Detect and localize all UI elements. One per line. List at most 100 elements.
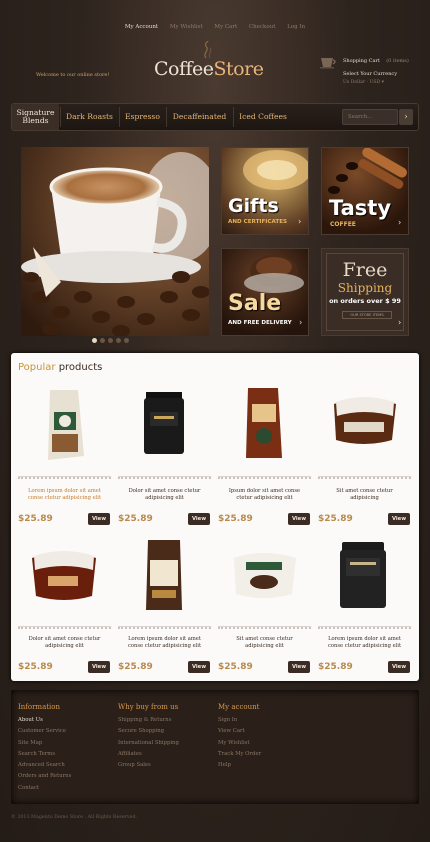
- product-image[interactable]: [218, 384, 311, 474]
- tasty-banner[interactable]: Tasty COFFEE ›: [321, 147, 409, 235]
- product-description[interactable]: Dolor sit amet conse ctetur adipisicing …: [122, 488, 207, 502]
- product-description[interactable]: Lorem ipsum dolor sit amet conse ctetur …: [322, 636, 407, 650]
- product-description[interactable]: Ipsum dolor sit amet conse ctetur adipis…: [222, 488, 307, 502]
- section-title-a: Popular: [18, 362, 56, 373]
- gifts-banner[interactable]: Gifts AND CERTIFICATES ›: [221, 147, 309, 235]
- product-image[interactable]: [18, 536, 111, 626]
- footer-link[interactable]: Secure Shopping: [118, 726, 179, 737]
- store-logo[interactable]: CoffeeStore: [154, 58, 264, 80]
- slider-dots: [92, 328, 132, 343]
- footer-link[interactable]: Group Sales: [118, 760, 179, 771]
- view-button[interactable]: View: [88, 661, 110, 673]
- hero-slider[interactable]: [21, 147, 209, 336]
- slider-dot[interactable]: [116, 338, 121, 343]
- cart-summary[interactable]: Shopping Cart (0 items): [343, 58, 409, 64]
- product-image[interactable]: [118, 536, 211, 626]
- footer-heading: My account: [218, 703, 260, 711]
- checkout-link[interactable]: Checkout: [249, 24, 275, 30]
- product-price: $25.89: [318, 662, 353, 672]
- footer-link[interactable]: Contact: [18, 783, 71, 794]
- coffee-cup-image: [21, 147, 209, 336]
- sale-title: Sale: [228, 291, 282, 316]
- search-input[interactable]: Search...: [342, 109, 398, 125]
- footer-link[interactable]: About Us: [18, 715, 71, 726]
- divider: [18, 626, 111, 629]
- my-wishlist-link[interactable]: My Wishlist: [170, 24, 203, 30]
- footer-link[interactable]: Affiliates: [118, 749, 179, 760]
- product-image[interactable]: [318, 536, 411, 626]
- logo-text-coffee: Coffee: [154, 58, 214, 80]
- view-button[interactable]: View: [288, 513, 310, 525]
- view-button[interactable]: View: [388, 513, 410, 525]
- gifts-title: Gifts: [228, 195, 279, 217]
- view-button[interactable]: View: [388, 661, 410, 673]
- view-button[interactable]: View: [288, 661, 310, 673]
- coffee-cup-cart-icon[interactable]: [319, 55, 337, 69]
- login-link[interactable]: Log In: [287, 24, 305, 30]
- product-image[interactable]: [318, 384, 411, 474]
- nav-item-signature-blends[interactable]: Signature Blends: [12, 104, 59, 130]
- currency-value: Us Dollar - USD: [343, 80, 381, 85]
- footer-link[interactable]: Search Terms: [18, 749, 71, 760]
- arrow-right-icon: ›: [404, 112, 408, 121]
- nav-item-iced-coffees[interactable]: Iced Coffees: [234, 104, 292, 130]
- shipping-title: Shipping: [337, 281, 393, 295]
- free-shipping-cta: OUR STORE ITEMS: [342, 311, 392, 319]
- footer-heading: Why buy from us: [118, 703, 179, 711]
- product-description[interactable]: Lorem ipsum dolor sit amet conse ctetur …: [22, 488, 107, 502]
- divider: [318, 476, 411, 479]
- tasty-subtitle: COFFEE: [330, 221, 356, 228]
- slider-dot[interactable]: [92, 338, 97, 343]
- gifts-subtitle: AND CERTIFICATES: [228, 219, 288, 225]
- nav-item-dark-roasts[interactable]: Dark Roasts: [61, 104, 118, 130]
- nav-item-decaffeinated[interactable]: Decaffeinated: [167, 104, 232, 130]
- free-title: Free: [342, 259, 388, 281]
- product-description[interactable]: Sit amet conse ctetur adipisicing elit: [222, 636, 307, 650]
- footer-link[interactable]: Track My Order: [218, 749, 261, 760]
- view-button[interactable]: View: [88, 513, 110, 525]
- view-button[interactable]: View: [188, 513, 210, 525]
- product-description[interactable]: Dolor sit amet conse ctetur adipisicing …: [22, 636, 107, 650]
- arrow-right-icon: ›: [398, 318, 402, 327]
- footer-link[interactable]: Customer Service: [18, 726, 71, 737]
- search-button[interactable]: ›: [399, 109, 413, 125]
- divider: [218, 626, 311, 629]
- footer-link[interactable]: My Wishlist: [218, 738, 261, 749]
- product-image[interactable]: [218, 536, 311, 626]
- footer-link[interactable]: View Cart: [218, 726, 261, 737]
- section-title: Popular products: [18, 362, 102, 373]
- slider-dot[interactable]: [100, 338, 105, 343]
- slider-dot[interactable]: [108, 338, 113, 343]
- footer-link[interactable]: Advanced Search: [18, 760, 71, 771]
- product-image[interactable]: [18, 384, 111, 474]
- currency-select[interactable]: Us Dollar - USD ▾: [343, 80, 384, 85]
- free-shipping-banner[interactable]: Free Shipping on orders over $ 99 OUR ST…: [321, 248, 409, 336]
- cart-label: Shopping Cart: [343, 58, 380, 64]
- cart-count: (0 items): [386, 58, 409, 64]
- my-account-link[interactable]: My Account: [125, 24, 158, 30]
- slider-dot[interactable]: [124, 338, 129, 343]
- footer-why-buy: Why buy from us Shipping & Returns Secur…: [118, 703, 179, 771]
- footer-link[interactable]: Help: [218, 760, 261, 771]
- view-button[interactable]: View: [188, 661, 210, 673]
- my-cart-link[interactable]: My Cart: [214, 24, 237, 30]
- chevron-down-icon: ▾: [381, 80, 384, 85]
- top-links: My Account My Wishlist My Cart Checkout …: [0, 24, 430, 30]
- product-price: $25.89: [318, 514, 353, 524]
- footer-link[interactable]: Sign In: [218, 715, 261, 726]
- footer-link[interactable]: Shipping & Returns: [118, 715, 179, 726]
- footer-link[interactable]: Orders and Returns: [18, 771, 71, 782]
- sale-banner[interactable]: Sale AND FREE DELIVERY ›: [221, 248, 309, 336]
- product-price: $25.89: [218, 662, 253, 672]
- footer-link[interactable]: International Shipping: [118, 738, 179, 749]
- product-description[interactable]: Sit amet conse ctetur adipisicing: [322, 488, 407, 502]
- footer-link[interactable]: Site Map: [18, 738, 71, 749]
- free-shipping-condition: on orders over $ 99: [329, 297, 401, 305]
- product-image[interactable]: [118, 384, 211, 474]
- product-description[interactable]: Lorem ipsum dolor sit amet conse ctetur …: [122, 636, 207, 650]
- product-price: $25.89: [18, 514, 53, 524]
- copyright: © 2013 Magento Demo Store . All Rights R…: [11, 815, 138, 820]
- nav-item-espresso[interactable]: Espresso: [120, 104, 165, 130]
- sale-subtitle: AND FREE DELIVERY: [228, 320, 292, 326]
- divider: [218, 476, 311, 479]
